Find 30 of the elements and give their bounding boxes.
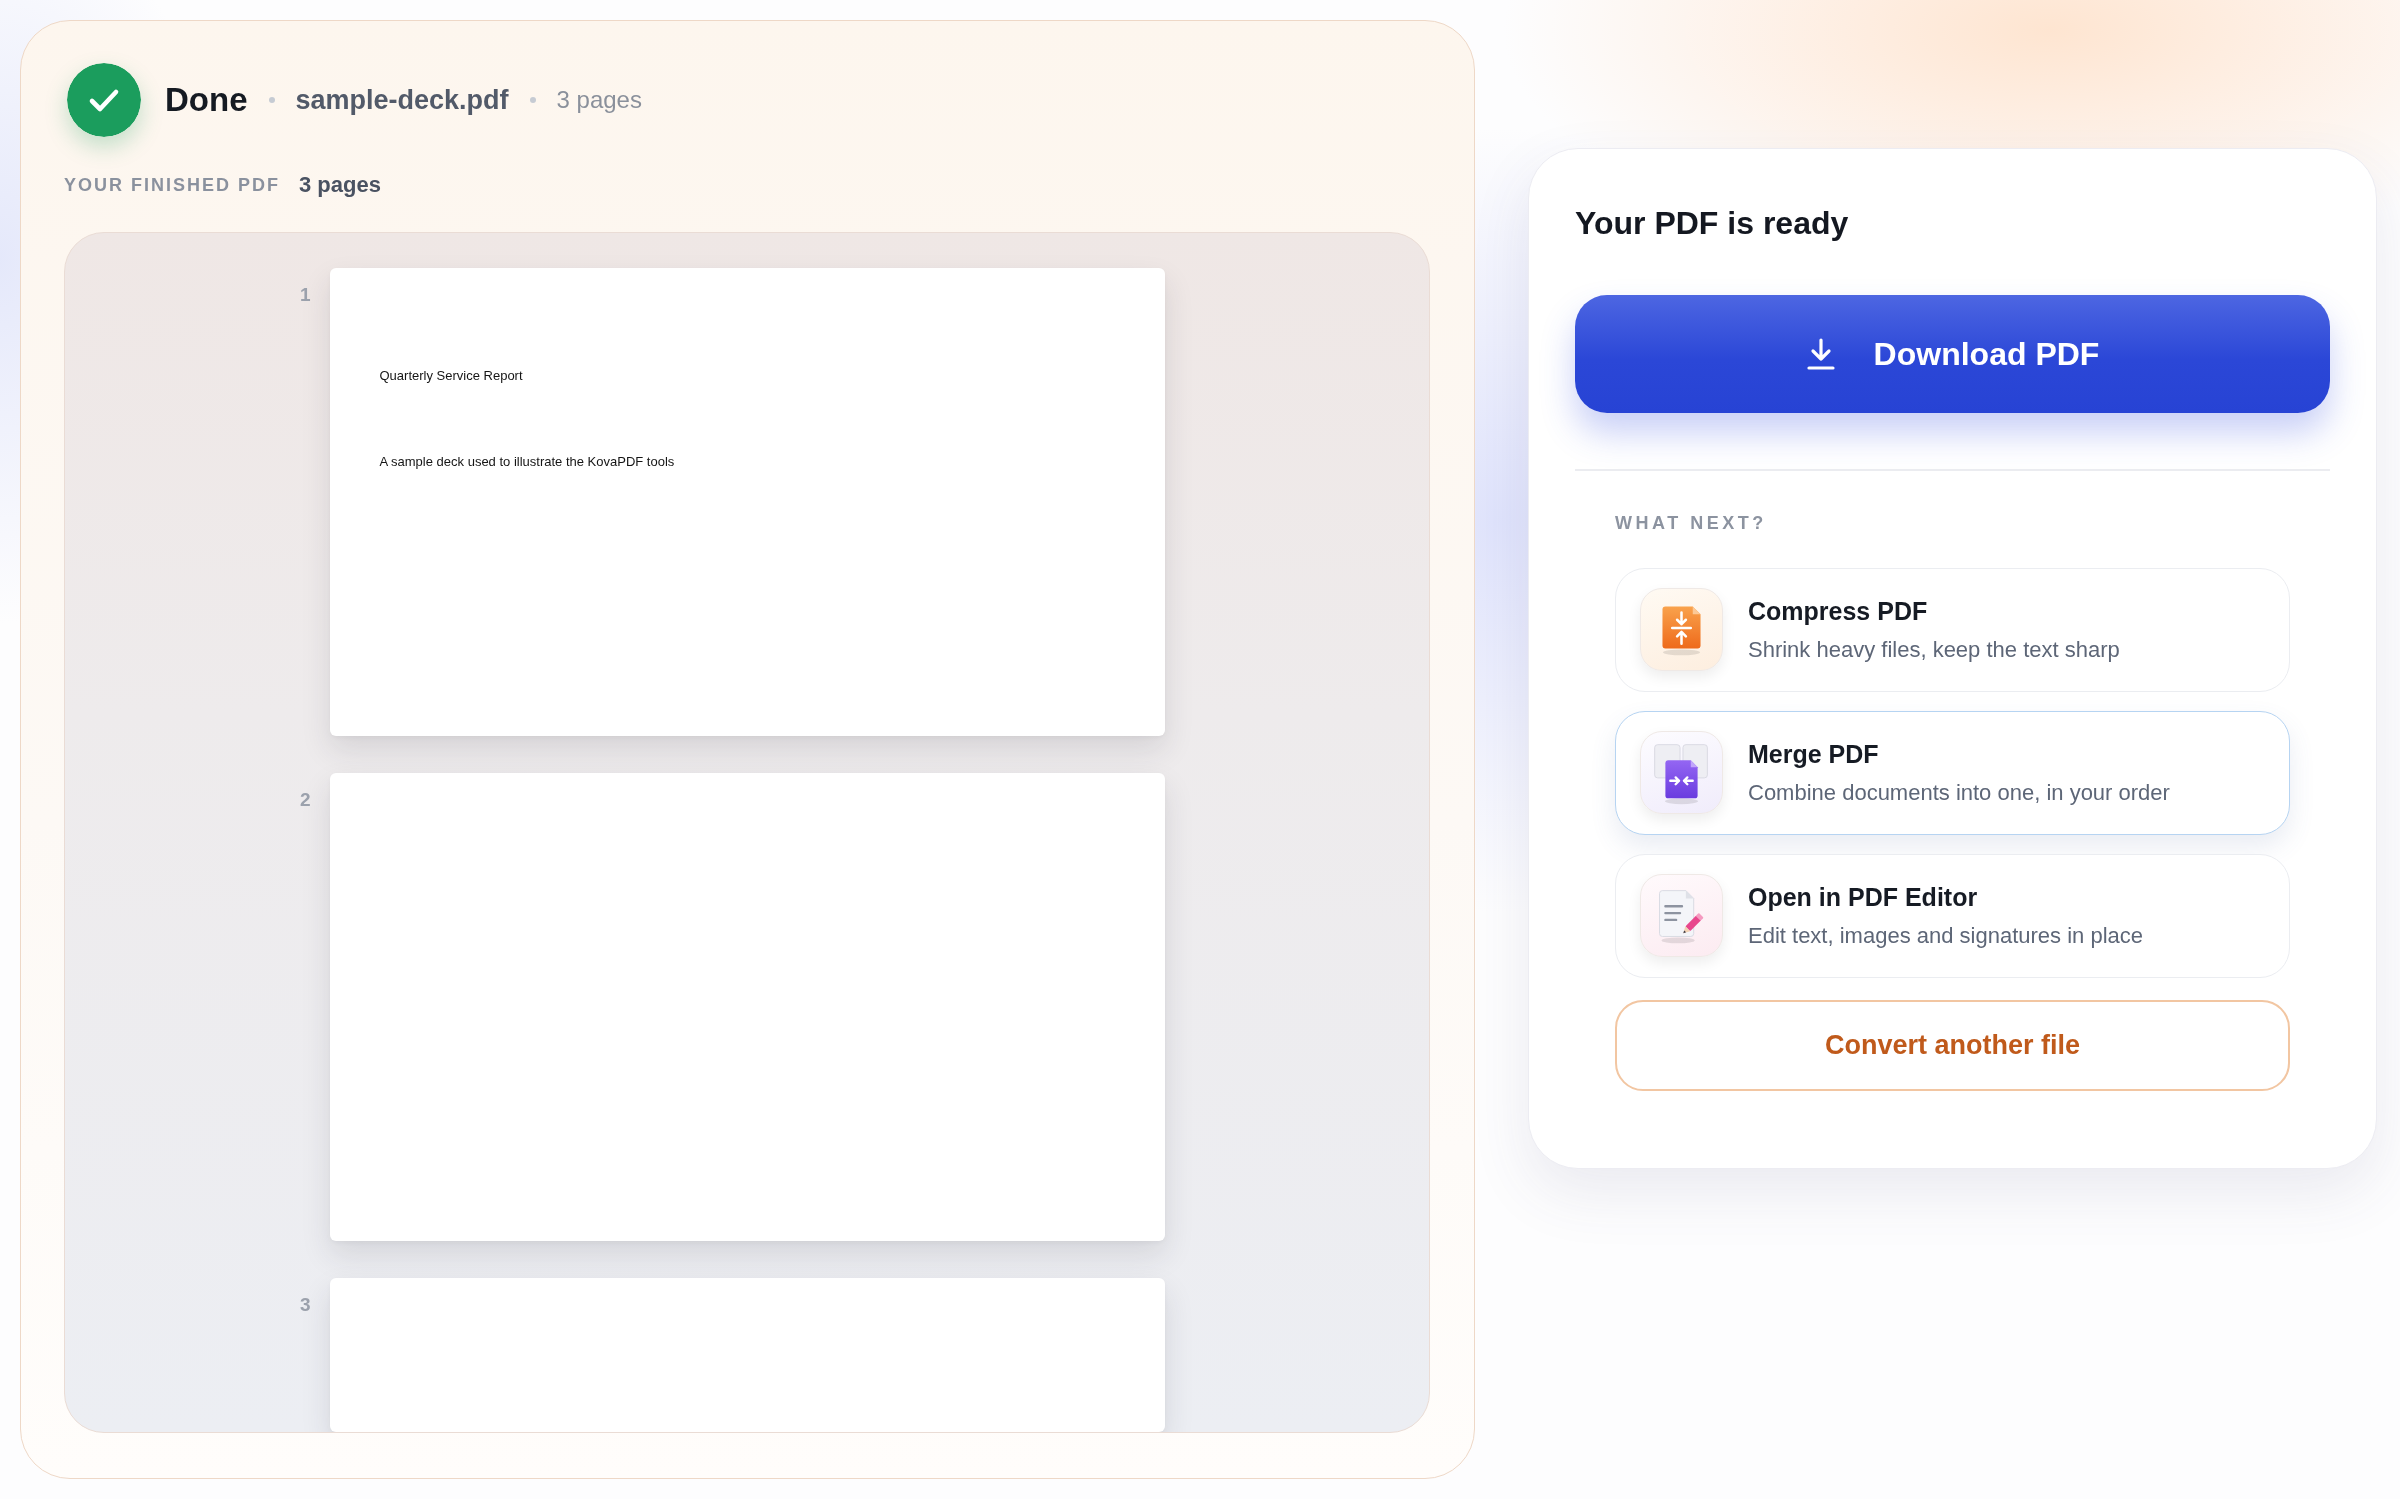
section-label: YOUR FINISHED PDF	[64, 174, 280, 196]
page-number: 1	[299, 283, 311, 307]
page-total: 3 pages	[299, 172, 381, 198]
page-number: 2	[299, 788, 311, 812]
convert-button[interactable]: Convert another file	[1615, 999, 2290, 1091]
tool-option[interactable]: Merge PDF Combine documents into one, in your order	[1615, 710, 2290, 835]
separator-dot-icon	[268, 97, 275, 103]
tool-option[interactable]: Open in PDF Editor Edit text, images and signatures in place	[1615, 853, 2290, 978]
option-description: Combine documents into one, in your order	[1748, 778, 2170, 807]
section-heading: WHAT NEXT?	[1615, 511, 1768, 534]
tool-option[interactable]: Compress PDF Shrink heavy files, keep the text sharp	[1615, 567, 2290, 692]
separator-dot-icon	[529, 97, 536, 103]
page-text: A sample deck used to illustrate the KovaPDF tools	[379, 454, 675, 470]
merge-documents-icon	[1640, 731, 1723, 814]
option-title: Merge PDF	[1748, 738, 1879, 769]
option-description: Shrink heavy files, keep the text sharp	[1748, 635, 2120, 664]
status-label: Done	[165, 81, 248, 119]
document-pencil-icon	[1640, 874, 1723, 957]
option-description: Edit text, images and signatures in place	[1748, 921, 2143, 950]
page-number: 3	[299, 1293, 311, 1317]
check-icon	[67, 63, 141, 137]
file-name: sample-deck.pdf	[295, 84, 509, 116]
option-title: Compress PDF	[1748, 595, 1928, 626]
card-title: Your PDF is ready	[1575, 204, 1850, 243]
download-icon	[1805, 337, 1836, 371]
download-button[interactable]: Download PDF	[1575, 295, 2330, 413]
compress-document-icon	[1640, 588, 1723, 671]
page-text: Quarterly Service Report	[379, 368, 523, 384]
option-title: Open in PDF Editor	[1748, 881, 1978, 912]
page-count: 3 pages	[556, 86, 642, 114]
